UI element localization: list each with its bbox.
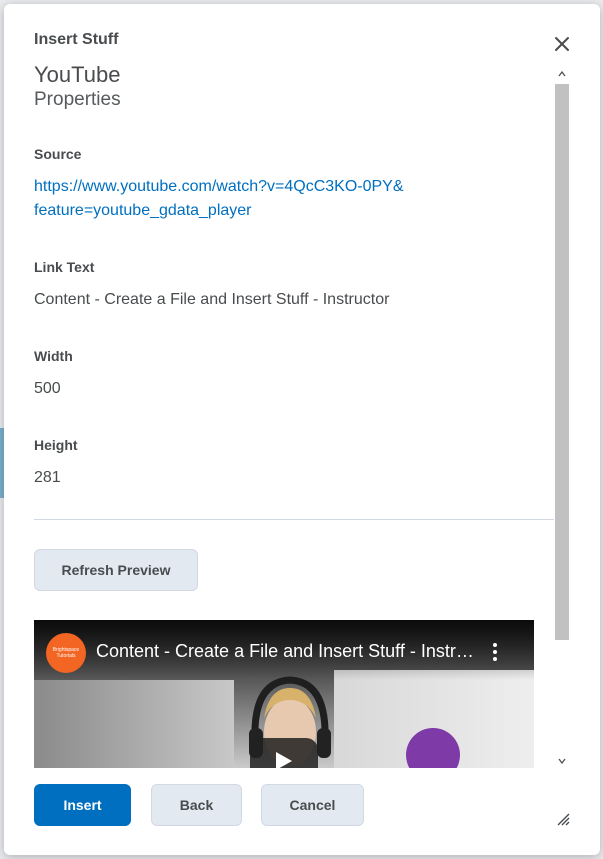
height-label: Height	[34, 437, 78, 453]
source-field: Source https://www.youtube.com/watch?v=4…	[34, 146, 404, 223]
insert-stuff-dialog: Insert Stuff YouTube Properties Source h…	[4, 4, 600, 855]
close-button[interactable]	[552, 34, 572, 54]
cancel-button[interactable]: Cancel	[261, 784, 364, 826]
scroll-down-arrow[interactable]	[554, 753, 570, 769]
page-subheading: Properties	[34, 89, 121, 110]
chevron-up-icon	[558, 71, 566, 77]
width-label: Width	[34, 348, 73, 364]
video-title[interactable]: Content - Create a File and Insert Stuff…	[96, 641, 478, 662]
more-vertical-icon[interactable]	[492, 642, 498, 662]
channel-logo[interactable]: Brightspace Tutorials	[46, 633, 86, 673]
dialog-title: Insert Stuff	[34, 31, 119, 48]
page-heading: YouTube	[34, 62, 121, 87]
link-text-field: Link Text Content - Create a File and In…	[34, 259, 389, 312]
link-text-label: Link Text	[34, 259, 95, 275]
link-text-value: Content - Create a File and Insert Stuff…	[34, 291, 390, 308]
source-label: Source	[34, 146, 82, 162]
source-link[interactable]: https://www.youtube.com/watch?v=4QcC3KO-…	[34, 175, 404, 223]
dialog-content: YouTube Properties Source https://www.yo…	[34, 62, 554, 768]
resize-handle-icon[interactable]	[556, 812, 570, 826]
content-scrollbar[interactable]	[554, 66, 570, 769]
scroll-up-arrow[interactable]	[554, 66, 570, 82]
video-background-left	[34, 680, 234, 768]
close-icon	[555, 37, 569, 51]
source-link-line1: https://www.youtube.com/watch?v=4QcC3KO-…	[34, 178, 404, 195]
chevron-down-icon	[558, 758, 566, 764]
play-button[interactable]	[250, 738, 318, 768]
height-value: 281	[34, 469, 61, 486]
play-icon	[276, 752, 292, 768]
insert-button[interactable]: Insert	[34, 784, 131, 826]
source-link-line2: feature=youtube_gdata_player	[34, 202, 252, 219]
refresh-preview-button[interactable]: Refresh Preview	[34, 549, 198, 591]
video-preview[interactable]: Brightspace Tutorials Content - Create a…	[34, 620, 534, 768]
height-field: Height 281	[34, 437, 78, 490]
scrollbar-thumb[interactable]	[555, 84, 569, 640]
divider	[34, 519, 554, 520]
width-value: 500	[34, 380, 61, 397]
width-field: Width 500	[34, 348, 73, 401]
back-button[interactable]: Back	[151, 784, 242, 826]
